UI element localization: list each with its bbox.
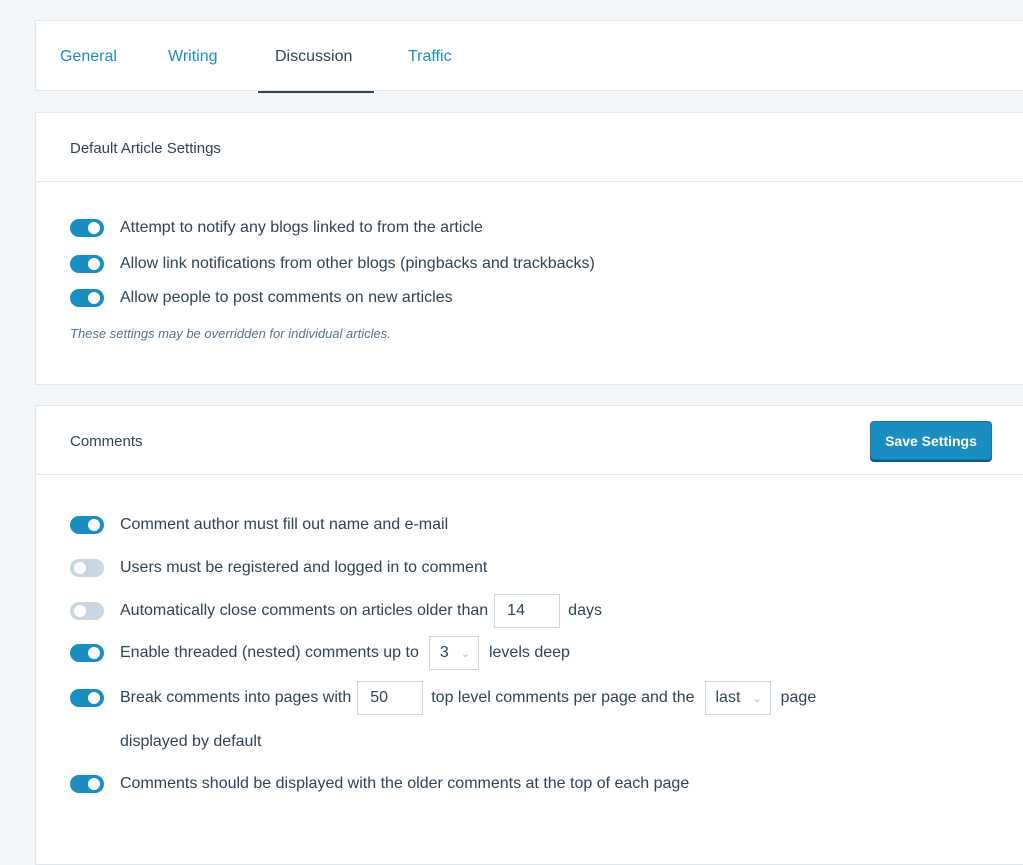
pingbacks-toggle[interactable]	[70, 255, 104, 273]
setting-label-suffix: page	[780, 689, 817, 706]
setting-notify-blogs: Attempt to notify any blogs linked to fr…	[70, 219, 483, 237]
toggle-knob	[88, 778, 100, 790]
toggle-knob	[88, 519, 100, 531]
auto-close-toggle[interactable]	[70, 602, 104, 620]
setting-label: Users must be registered and logged in t…	[120, 559, 488, 576]
chevron-down-icon: ⌄	[752, 692, 762, 705]
author-required-toggle[interactable]	[70, 516, 104, 534]
auto-close-days-input[interactable]	[494, 594, 561, 628]
select-value: last	[715, 689, 741, 706]
paging-toggle[interactable]	[70, 689, 104, 707]
setting-label: Comment author must fill out name and e-…	[120, 516, 449, 533]
override-hint: These settings may be overridden for ind…	[70, 326, 391, 341]
setting-label: Enable threaded (nested) comments up to	[120, 644, 419, 661]
allow-comments-toggle[interactable]	[70, 289, 104, 307]
tab-discussion[interactable]: Discussion	[257, 21, 375, 93]
toggle-knob	[88, 692, 100, 704]
toggle-knob	[74, 605, 86, 617]
tab-general[interactable]: General	[60, 21, 117, 91]
toggle-knob	[88, 647, 100, 659]
section-header: Default Article Settings	[36, 113, 1023, 182]
comments-per-page-input[interactable]	[357, 681, 424, 715]
setting-author-required: Comment author must fill out name and e-…	[70, 516, 448, 534]
toggle-knob	[88, 222, 100, 234]
toggle-knob	[88, 258, 100, 270]
setting-pingbacks: Allow link notifications from other blog…	[70, 255, 595, 273]
tab-writing[interactable]: Writing	[168, 21, 218, 91]
setting-paging-continued: displayed by default	[120, 733, 261, 751]
setting-label: Allow people to post comments on new art…	[120, 289, 453, 306]
toggle-knob	[74, 562, 86, 574]
setting-order: Comments should be displayed with the ol…	[70, 775, 689, 793]
save-settings-button[interactable]: Save Settings	[870, 421, 992, 460]
toggle-knob	[88, 292, 100, 304]
setting-auto-close: Automatically close comments on articles…	[70, 594, 602, 628]
registered-only-toggle[interactable]	[70, 559, 104, 577]
setting-label-wrap: displayed by default	[120, 733, 262, 750]
section-title: Comments	[70, 433, 143, 450]
setting-paging: Break comments into pages with top level…	[70, 681, 816, 715]
default-article-settings-card: Default Article Settings Attempt to noti…	[35, 112, 1023, 385]
setting-label: Break comments into pages with	[120, 689, 352, 706]
section-tabs: General Writing Discussion Traffic	[35, 20, 1023, 93]
setting-label: Allow link notifications from other blog…	[120, 255, 595, 272]
setting-threaded: Enable threaded (nested) comments up to …	[70, 636, 570, 670]
section-title: Default Article Settings	[70, 140, 221, 157]
threaded-toggle[interactable]	[70, 644, 104, 662]
default-page-select[interactable]: last ⌄	[704, 681, 771, 715]
setting-label-suffix: levels deep	[488, 644, 570, 661]
chevron-down-icon: ⌄	[460, 647, 470, 660]
tab-traffic[interactable]: Traffic	[408, 21, 452, 91]
thread-depth-select[interactable]: 3 ⌄	[428, 636, 479, 670]
setting-registered-only: Users must be registered and logged in t…	[70, 559, 487, 577]
setting-label: Attempt to notify any blogs linked to fr…	[120, 219, 483, 236]
order-toggle[interactable]	[70, 775, 104, 793]
notify-blogs-toggle[interactable]	[70, 219, 104, 237]
setting-label-middle: top level comments per page and the	[431, 689, 695, 706]
setting-label: Automatically close comments on articles…	[120, 602, 489, 619]
section-header: Comments Save Settings	[36, 406, 1023, 475]
setting-label-suffix: days	[568, 602, 602, 619]
setting-label: Comments should be displayed with the ol…	[120, 775, 690, 792]
setting-allow-comments: Allow people to post comments on new art…	[70, 289, 453, 307]
comments-settings-card: Comments Save Settings Comment author mu…	[35, 405, 1023, 865]
select-value: 3	[439, 644, 449, 661]
